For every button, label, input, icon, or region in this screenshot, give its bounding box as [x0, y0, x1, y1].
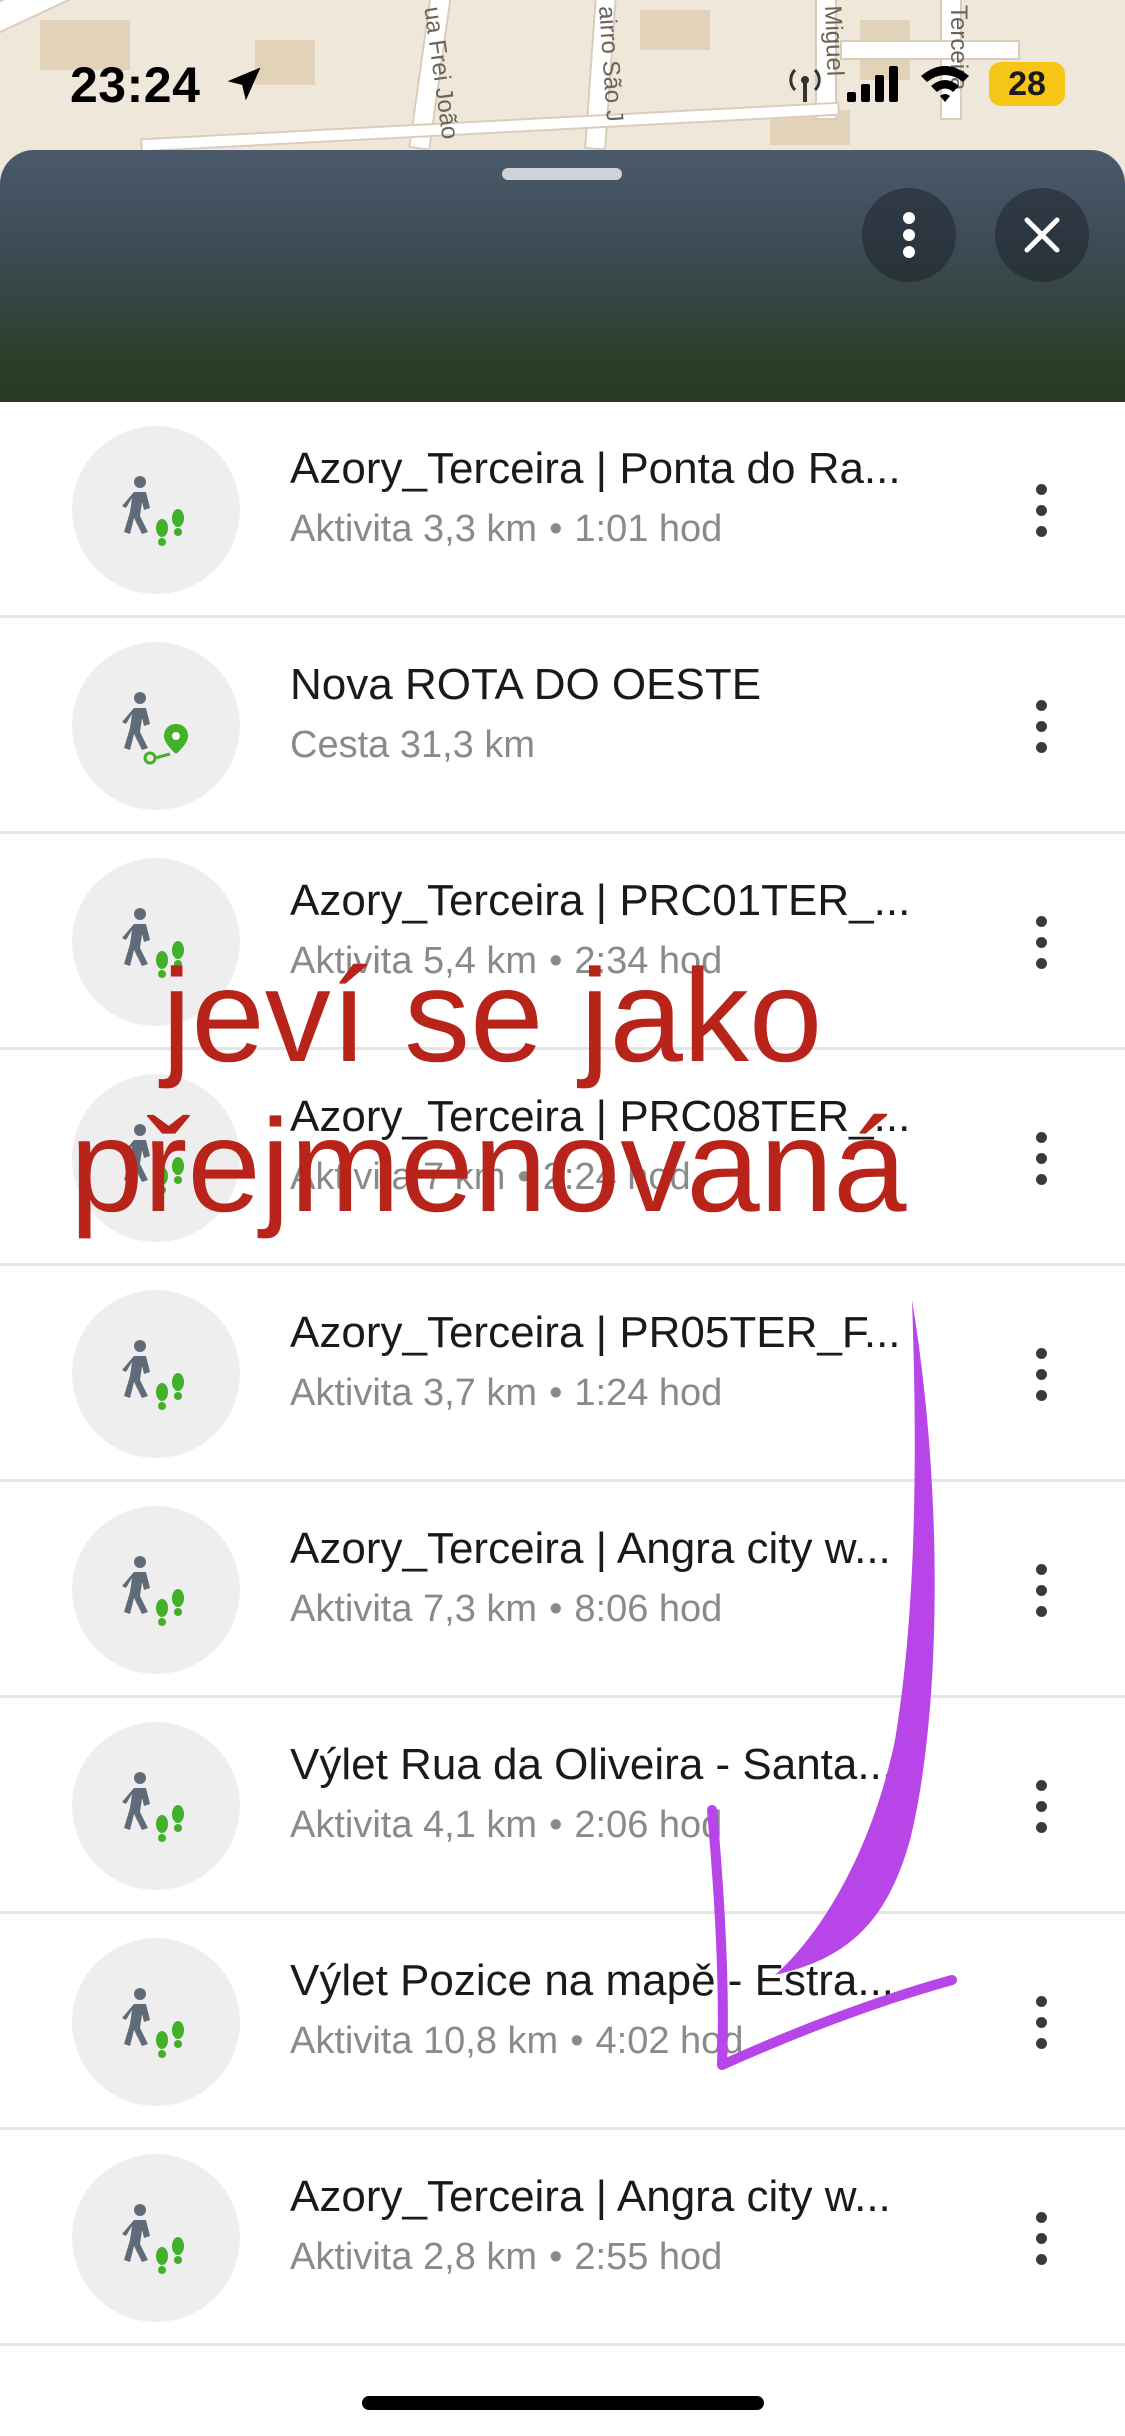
home-indicator[interactable] [362, 2396, 764, 2410]
annotation-arrow-icon [707, 1300, 957, 2070]
